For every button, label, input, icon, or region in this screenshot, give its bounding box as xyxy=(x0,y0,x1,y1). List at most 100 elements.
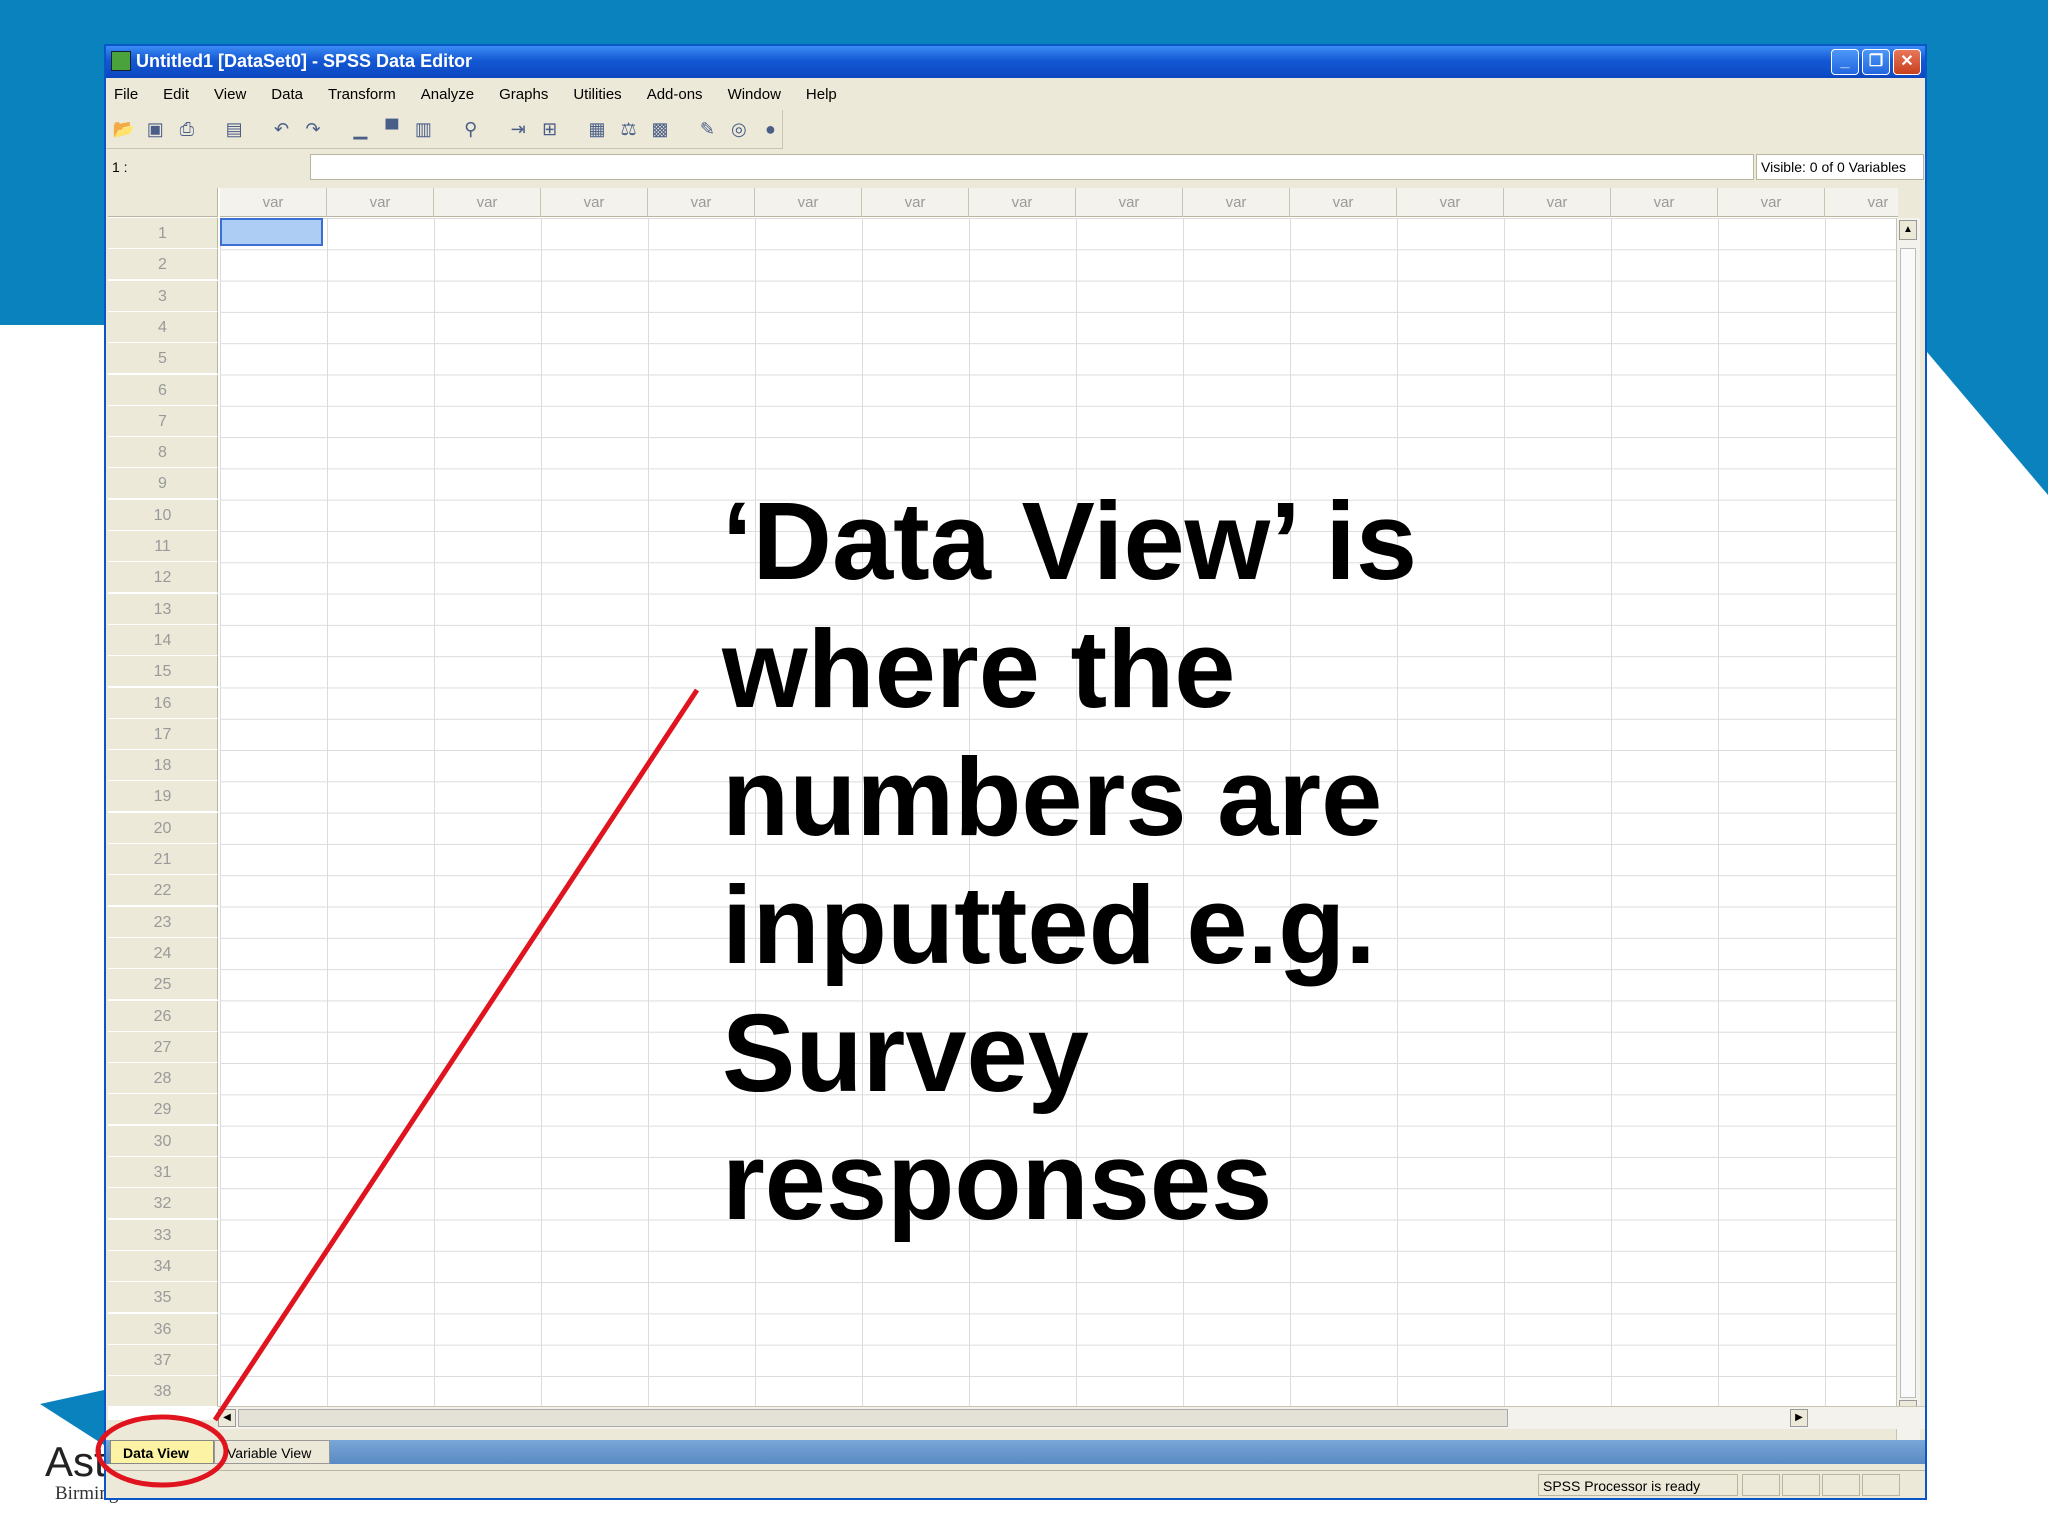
row-header[interactable]: 16 xyxy=(108,687,218,719)
row-header[interactable]: 5 xyxy=(108,343,218,375)
use-sets-icon[interactable]: ◎ xyxy=(727,118,751,140)
row-header[interactable]: 35 xyxy=(108,1282,218,1314)
row-header[interactable]: 21 xyxy=(108,844,218,875)
minimize-button[interactable]: _ xyxy=(1831,49,1859,75)
row-header[interactable]: 1 xyxy=(108,218,218,249)
undo-icon[interactable]: ↶ xyxy=(270,118,294,140)
row-header[interactable]: 17 xyxy=(108,718,218,750)
split-file-icon[interactable]: ▦ xyxy=(585,118,609,140)
row-header[interactable]: 25 xyxy=(108,969,218,1001)
row-header[interactable]: 37 xyxy=(108,1344,218,1376)
column-header[interactable]: var xyxy=(1076,188,1183,217)
menu-edit[interactable]: Edit xyxy=(163,86,189,103)
row-header[interactable]: 26 xyxy=(108,1000,218,1032)
row-header[interactable]: 13 xyxy=(108,593,218,625)
row-header[interactable]: 3 xyxy=(108,280,218,312)
goto-case-icon[interactable]: ▁ xyxy=(349,118,373,140)
menu-help[interactable]: Help xyxy=(806,86,837,103)
row-header[interactable]: 34 xyxy=(108,1250,218,1282)
menu-analyze[interactable]: Analyze xyxy=(421,86,474,103)
row-header[interactable]: 11 xyxy=(108,531,218,562)
column-header[interactable]: var xyxy=(862,188,969,217)
row-header[interactable]: 10 xyxy=(108,499,218,531)
restore-button[interactable]: ❐ xyxy=(1862,49,1890,75)
row-header[interactable]: 23 xyxy=(108,906,218,938)
grid-corner[interactable] xyxy=(108,188,218,217)
row-header[interactable]: 38 xyxy=(108,1376,218,1408)
active-cell[interactable] xyxy=(220,218,323,246)
row-header[interactable]: 18 xyxy=(108,750,218,782)
menu-window[interactable]: Window xyxy=(728,86,781,103)
tab-data-view[interactable]: Data View xyxy=(110,1440,214,1464)
row-header[interactable]: 8 xyxy=(108,437,218,469)
row-header[interactable]: 2 xyxy=(108,249,218,281)
column-header[interactable]: var xyxy=(648,188,755,217)
column-header[interactable]: var xyxy=(755,188,862,217)
find-icon[interactable]: ⚲ xyxy=(459,118,483,140)
horizontal-scrollbar[interactable]: ◀ ▶ xyxy=(218,1406,1925,1429)
row-header[interactable]: 20 xyxy=(108,812,218,844)
row-header[interactable]: 15 xyxy=(108,656,218,688)
row-header[interactable]: 36 xyxy=(108,1313,218,1345)
menu-add-ons[interactable]: Add-ons xyxy=(647,86,703,103)
row-header[interactable]: 33 xyxy=(108,1219,218,1251)
variables-icon[interactable]: ▥ xyxy=(412,118,436,140)
vertical-scrollbar[interactable]: ▲ ▼ xyxy=(1896,218,1920,1450)
redo-icon[interactable]: ↷ xyxy=(301,118,325,140)
row-header[interactable]: 31 xyxy=(108,1157,218,1188)
row-header[interactable]: 28 xyxy=(108,1063,218,1095)
column-header[interactable]: var xyxy=(1397,188,1504,217)
column-header[interactable]: var xyxy=(1504,188,1611,217)
row-header[interactable]: 14 xyxy=(108,624,218,656)
weight-cases-icon[interactable]: ⚖ xyxy=(617,118,641,140)
title-bar[interactable]: Untitled1 [DataSet0] - SPSS Data Editor … xyxy=(106,46,1925,78)
row-header[interactable]: 27 xyxy=(108,1031,218,1063)
insert-cases-icon[interactable]: ⇥ xyxy=(506,118,530,140)
row-header[interactable]: 12 xyxy=(108,562,218,594)
column-header[interactable]: var xyxy=(1183,188,1290,217)
goto-variable-icon[interactable]: ▀ xyxy=(380,118,404,140)
menu-utilities[interactable]: Utilities xyxy=(573,86,621,103)
menu-transform[interactable]: Transform xyxy=(328,86,396,103)
column-header[interactable]: var xyxy=(220,188,327,217)
row-header[interactable]: 6 xyxy=(108,374,218,406)
column-header[interactable]: var xyxy=(434,188,541,217)
scroll-up-icon[interactable]: ▲ xyxy=(1899,220,1917,240)
status-cell xyxy=(1862,1474,1900,1496)
dialog-recall-icon[interactable]: ▤ xyxy=(222,118,246,140)
select-cases-icon[interactable]: ▩ xyxy=(648,118,672,140)
column-header[interactable]: var xyxy=(1290,188,1397,217)
menu-graphs[interactable]: Graphs xyxy=(499,86,548,103)
row-header[interactable]: 4 xyxy=(108,311,218,343)
row-header[interactable]: 22 xyxy=(108,875,218,907)
column-header[interactable]: var xyxy=(327,188,434,217)
column-header[interactable]: var xyxy=(969,188,1076,217)
horizontal-scroll-thumb[interactable] xyxy=(238,1409,1508,1427)
print-icon[interactable]: ⎙ xyxy=(175,118,199,140)
row-header[interactable]: 19 xyxy=(108,781,218,813)
scroll-left-icon[interactable]: ◀ xyxy=(218,1409,236,1427)
menu-file[interactable]: File xyxy=(114,86,138,103)
value-labels-icon[interactable]: ✎ xyxy=(696,118,720,140)
column-header[interactable]: var xyxy=(1718,188,1825,217)
row-header[interactable]: 24 xyxy=(108,937,218,969)
scroll-right-icon[interactable]: ▶ xyxy=(1790,1409,1808,1427)
row-header[interactable]: 30 xyxy=(108,1125,218,1157)
column-header[interactable]: var xyxy=(1825,188,1898,217)
save-icon[interactable]: ▣ xyxy=(144,118,168,140)
row-header[interactable]: 29 xyxy=(108,1094,218,1126)
tab-variable-view[interactable]: Variable View xyxy=(214,1440,330,1464)
cell-value-input[interactable] xyxy=(310,154,1754,180)
column-header[interactable]: var xyxy=(1611,188,1718,217)
show-all-variables-icon[interactable]: ● xyxy=(759,118,783,140)
column-header[interactable]: var xyxy=(541,188,648,217)
row-header[interactable]: 9 xyxy=(108,468,218,500)
menu-data[interactable]: Data xyxy=(271,86,303,103)
row-header[interactable]: 32 xyxy=(108,1188,218,1220)
menu-view[interactable]: View xyxy=(214,86,246,103)
vertical-scroll-thumb[interactable] xyxy=(1900,248,1916,1398)
row-header[interactable]: 7 xyxy=(108,405,218,437)
open-file-icon[interactable]: 📂 xyxy=(112,118,136,140)
insert-variable-icon[interactable]: ⊞ xyxy=(538,118,562,140)
close-button[interactable]: ✕ xyxy=(1893,49,1921,75)
